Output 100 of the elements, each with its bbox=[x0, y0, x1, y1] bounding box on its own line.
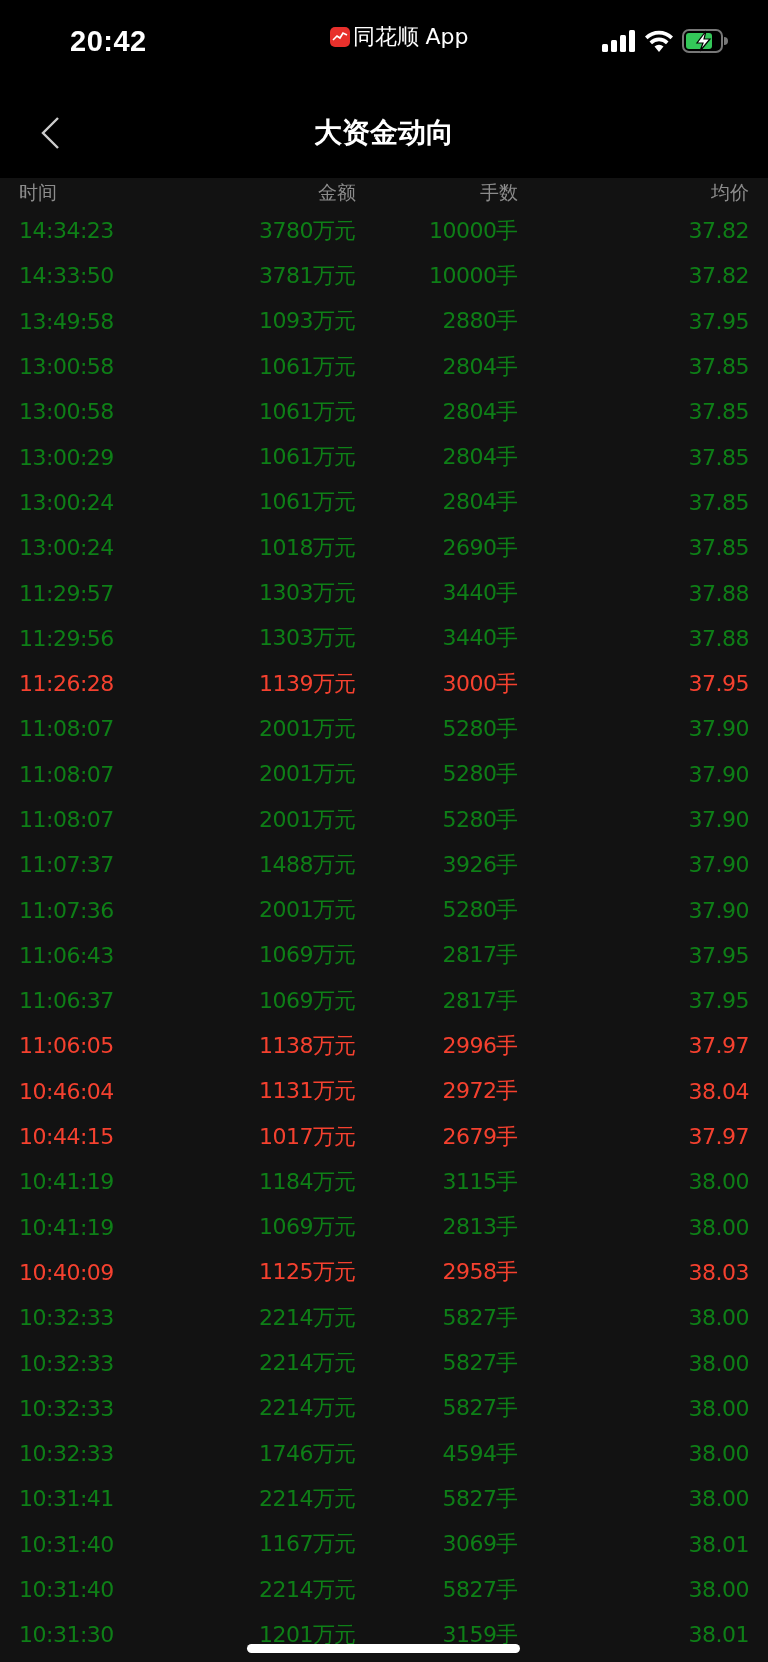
table-cell-text: 1131万元 bbox=[258, 1077, 356, 1106]
table-cell-text: 10:32:33 bbox=[19, 1441, 115, 1467]
table-cell-text: 2996手 bbox=[441, 1032, 518, 1060]
table-cell-text: 4594手 bbox=[441, 1439, 518, 1468]
table-cell-text: 38.00 bbox=[687, 1350, 749, 1376]
table-cell-text: 10:31:41 bbox=[19, 1486, 115, 1512]
table-cell-text: 2690手 bbox=[441, 533, 518, 562]
table-cell-text: 2880手 bbox=[441, 307, 518, 336]
table-cell-text: 13:00:58 bbox=[19, 354, 115, 380]
table-cell-text: 1746万元 bbox=[258, 1439, 356, 1468]
table-cell-text: 5280手 bbox=[441, 714, 518, 743]
table-cell-text: 5827手 bbox=[441, 1303, 518, 1332]
table-cell-text: 10000手 bbox=[428, 261, 518, 290]
table-cell-text: 1061万元 bbox=[258, 352, 356, 381]
table-cell-text: 2214万元 bbox=[258, 1303, 356, 1332]
table-cell-text: 10:46:04 bbox=[19, 1078, 115, 1104]
table-cell-text: 1069万元 bbox=[258, 1213, 356, 1242]
table-cell-text: 2817手 bbox=[441, 986, 518, 1015]
table-cell-text: 38.00 bbox=[687, 1214, 749, 1240]
table-cell-text: 10:31:30 bbox=[19, 1622, 115, 1648]
table-cell-text: 11:08:07 bbox=[19, 761, 115, 787]
table-cell-text: 1061万元 bbox=[258, 443, 356, 472]
table-cell-text: 14:34:23 bbox=[19, 218, 115, 244]
table-cell-text: 37.97 bbox=[687, 1124, 749, 1150]
table-cell-text: 11:08:07 bbox=[19, 716, 115, 742]
table-cell-text: 2813手 bbox=[441, 1213, 518, 1242]
table-cell-text: 5827手 bbox=[441, 1394, 518, 1423]
table-cell-text: 10:44:15 bbox=[19, 1124, 115, 1150]
table-cell-text: 3440手 bbox=[441, 624, 518, 653]
table-cell-text: 37.97 bbox=[687, 1033, 749, 1059]
table-cell-text: 10:41:19 bbox=[19, 1214, 115, 1240]
table-cell-text: 1184万元 bbox=[258, 1167, 356, 1196]
table-cell-text: 11:07:37 bbox=[19, 852, 115, 878]
table-cell-text: 11:06:37 bbox=[19, 988, 115, 1014]
table-cell-text: 10:32:33 bbox=[19, 1305, 115, 1331]
table-cell-text: 5827手 bbox=[441, 1484, 518, 1513]
table-cell-text: 14:33:50 bbox=[19, 263, 115, 289]
table-cell-text: 2214万元 bbox=[258, 1349, 356, 1378]
table-cell-text: 2001万元 bbox=[258, 760, 356, 789]
table-cell-text: 38.00 bbox=[687, 1305, 749, 1331]
table-cell-text: 1069万元 bbox=[258, 941, 356, 970]
table-cell-text: 1303万元 bbox=[258, 624, 356, 653]
table-cell-text: 37.85 bbox=[687, 489, 749, 515]
table-cell-text: 1069万元 bbox=[258, 986, 356, 1015]
table-cell-text: 37.88 bbox=[687, 580, 749, 606]
back-to-app-label[interactable]: 同花顺 App bbox=[352, 22, 469, 52]
table-cell-text: 3440手 bbox=[441, 579, 518, 607]
table-cell-text: 37.85 bbox=[687, 399, 749, 425]
table-cell-text: 11:08:07 bbox=[19, 807, 115, 832]
table-cell-text: 11:07:36 bbox=[19, 897, 115, 923]
table-cell-text: 5280手 bbox=[441, 896, 518, 925]
table-cell-text: 2958手 bbox=[441, 1258, 518, 1287]
table-cell-text: 38.03 bbox=[687, 1259, 749, 1285]
table-cell-text: 37.85 bbox=[687, 444, 749, 470]
table-cell-text: 37.82 bbox=[687, 218, 749, 244]
table-cell-text: 13:00:29 bbox=[19, 444, 115, 470]
table-cell-text: 10:31:40 bbox=[19, 1531, 115, 1557]
table-cell-text: 2804手 bbox=[441, 397, 518, 426]
table-cell-text: 1018万元 bbox=[258, 533, 356, 562]
table-cell-text: 10:40:09 bbox=[19, 1259, 115, 1285]
table-cell-text: 2001万元 bbox=[258, 714, 356, 743]
table-cell-text: 13:00:58 bbox=[19, 399, 115, 425]
table-cell-text: 38.00 bbox=[687, 1486, 749, 1512]
table-cell-text: 37.95 bbox=[687, 942, 749, 968]
table-cell-text: 1488万元 bbox=[258, 850, 356, 879]
table-cell-text: 3159手 bbox=[441, 1620, 518, 1649]
table-cell-text: 1167万元 bbox=[258, 1530, 356, 1559]
table-cell-text: 5827手 bbox=[441, 1349, 518, 1378]
table-cell-text: 2804手 bbox=[441, 352, 518, 381]
table-cell-text: 37.85 bbox=[687, 354, 749, 380]
table-cell-text: 38.00 bbox=[687, 1441, 749, 1467]
table-cell-text: 3115手 bbox=[441, 1167, 518, 1196]
table-cell-text: 10:31:40 bbox=[19, 1577, 115, 1603]
table-cell-text: 1061万元 bbox=[258, 397, 356, 426]
table-cell-text: 38.04 bbox=[687, 1078, 749, 1104]
table-cell-text: 13:00:24 bbox=[19, 535, 115, 561]
table-cell-text: 11:06:05 bbox=[19, 1033, 115, 1059]
table-cell-text: 1061万元 bbox=[258, 488, 356, 517]
battery-charging-icon bbox=[682, 29, 728, 53]
table-cell-text: 37.95 bbox=[687, 308, 749, 334]
table-cell-text: 13:00:24 bbox=[19, 489, 115, 515]
table-cell-text: 10:41:19 bbox=[19, 1169, 115, 1195]
table-cell-text: 10:32:33 bbox=[19, 1350, 115, 1376]
table-cell-text: 37.90 bbox=[687, 897, 749, 923]
table-cell-text: 37.90 bbox=[687, 852, 749, 878]
table-cell-text: 1303万元 bbox=[258, 579, 356, 607]
table-cell-text: 37.95 bbox=[687, 671, 749, 697]
signal-icon bbox=[602, 30, 636, 52]
table-cell-text: 2214万元 bbox=[258, 1575, 356, 1604]
table-cell-text: 38.01 bbox=[687, 1622, 749, 1648]
table-cell-text: 2804手 bbox=[441, 488, 518, 517]
table-cell-text: 2214万元 bbox=[258, 1484, 356, 1513]
table-cell-text: 1017万元 bbox=[258, 1122, 356, 1151]
column-header: 均价 bbox=[710, 180, 749, 205]
table-cell-text: 1125万元 bbox=[258, 1258, 356, 1287]
table-cell-text: 3781万元 bbox=[258, 261, 356, 290]
table-cell-text: 38.00 bbox=[687, 1577, 749, 1603]
table-cell-text: 2817手 bbox=[441, 941, 518, 970]
table-cell-text: 1138万元 bbox=[258, 1032, 356, 1060]
table-cell-text: 2001万元 bbox=[258, 805, 356, 834]
